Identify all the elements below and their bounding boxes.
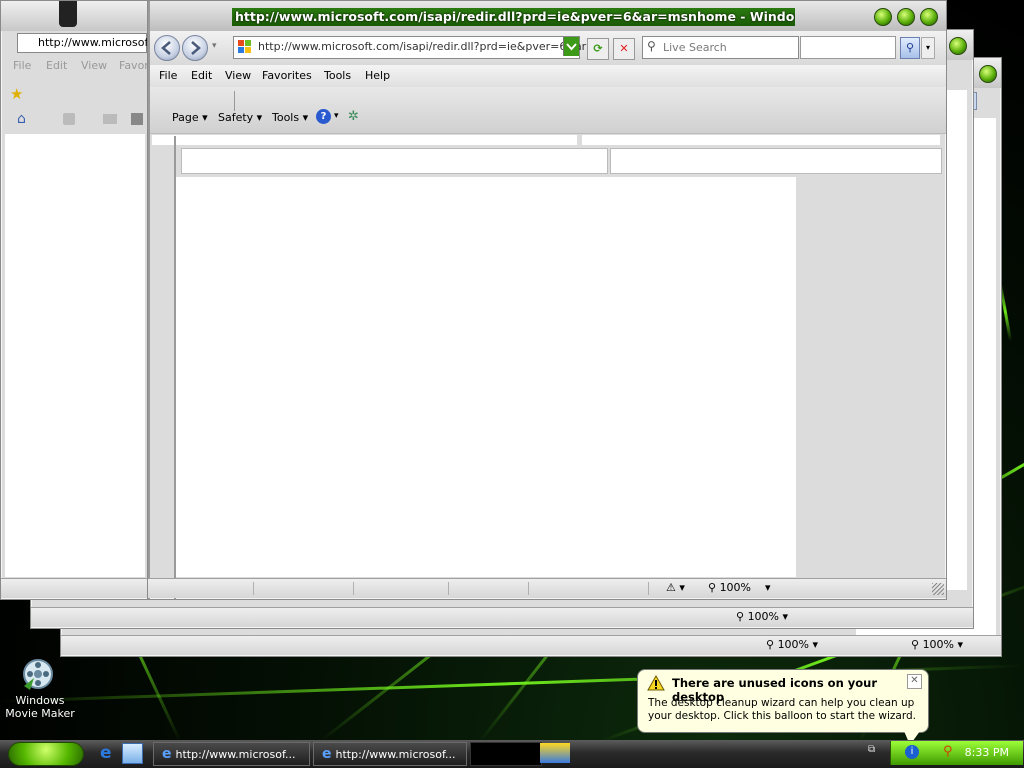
zoom-level[interactable]: 100% [923,638,954,651]
notification-balloon[interactable]: There are unused icons on your desktop T… [637,669,929,733]
zoom-icon: ⚲ [736,610,748,623]
zoom-control[interactable]: ⚲ 100% ▾ [708,581,771,594]
show-desktop-icon[interactable] [122,743,143,764]
back-arrow-icon [161,41,171,55]
protected-mode-icon[interactable]: ⚠ ▾ [666,581,685,594]
minimize-orb-icon[interactable] [874,8,892,26]
notification-chevron-icon[interactable]: ⧉ [868,744,875,755]
zoom-icon: ⚲ [766,638,778,651]
research-icon[interactable]: ✲ [348,109,359,124]
address-field[interactable]: http://www.microsoft.com/isapi/redir.dll… [233,36,606,59]
tray-icon-2[interactable]: ⚲ [943,744,953,759]
window-grip-icon [59,1,77,27]
zoom-icon: ⚲ [911,638,923,651]
taskbar-item-ie-2[interactable]: e http://www.microsof... [313,742,467,766]
menu-tools[interactable]: Tools [324,69,351,82]
address-dropdown-button[interactable] [563,37,579,56]
clock[interactable]: 8:33 PM [965,746,1009,759]
left-menu-bar: File Edit View Favor [1,59,149,75]
taskbar-item-ie-1[interactable]: e http://www.microsof... [153,742,310,766]
search-icon: ⚲ [647,39,656,53]
quick-tabs-row[interactable] [181,148,608,174]
main-ie-window[interactable]: http://www.microsoft.com/isapi/redir.dll… [147,0,947,600]
menu-view[interactable]: View [81,59,107,72]
balloon-body: The desktop cleanup wizard can help you … [648,697,916,722]
windows-logo-icon [238,40,251,53]
menu-bar: File Edit View Favorites Tools Help [148,65,946,88]
home-icon[interactable]: ⌂ [17,111,26,127]
movie-maker-label: Windows Movie Maker [5,694,75,720]
help-icon: ? [320,111,327,122]
search-options-dropdown[interactable]: ▾ [921,37,935,59]
refresh-icon: ⟳ [593,42,603,55]
stop-button[interactable]: ✕ [613,38,635,60]
ie-icon: e [162,746,172,762]
favorites-star-icon[interactable]: ★ [10,85,23,103]
page-menu-button[interactable]: Page ▾ [172,111,208,124]
zoom-level[interactable]: 100% [778,638,809,651]
help-button[interactable]: ? [316,109,331,124]
resize-grip-icon[interactable] [932,583,944,595]
tab-strip-right[interactable] [582,135,940,145]
mail-icon[interactable] [103,114,117,124]
feed-icon[interactable] [63,113,75,125]
zoom-level[interactable]: 100% [748,610,779,623]
warning-icon [647,675,665,691]
stop-icon: ✕ [619,42,629,55]
tools-menu-button[interactable]: Tools ▾ [272,111,308,124]
ie-icon: e [322,746,332,762]
menu-favorites[interactable]: Favorites [262,69,312,82]
left-address-field[interactable]: http://www.microsoft. [17,33,156,53]
close-orb-icon[interactable] [979,65,997,83]
forward-button[interactable] [182,35,208,61]
window-title: http://www.microsoft.com/isapi/redir.dll… [232,8,795,26]
start-button[interactable] [8,742,84,766]
safety-menu-button[interactable]: Safety ▾ [218,111,262,124]
system-tray: i ⚲ 8:33 PM [890,741,1023,765]
taskbar: e e http://www.microsof... e http://www.mi… [0,740,1024,768]
zoom-level: 100% [719,581,752,594]
tray-info-icon[interactable]: i [905,745,919,759]
menu-favorites[interactable]: Favor [119,59,149,72]
menu-edit[interactable]: Edit [191,69,212,82]
close-icon: ✕ [910,675,919,686]
page-content[interactable] [176,177,796,577]
maximize-orb-icon[interactable] [897,8,915,26]
tab-row-right[interactable] [610,148,942,174]
title-bar[interactable]: http://www.microsoft.com/isapi/redir.dll… [148,1,946,31]
forward-arrow-icon [191,41,201,55]
zoom-icon: ⚲ [708,581,720,594]
status-bar: ⚠ ▾ ⚲ 100% ▾ [148,578,946,598]
close-orb-icon[interactable] [920,8,938,26]
taskbar-item-4[interactable] [540,743,570,763]
refresh-button[interactable]: ⟳ [587,38,609,60]
film-reel-icon [23,659,53,690]
menu-edit[interactable]: Edit [46,59,67,72]
history-dropdown-icon[interactable]: ▾ [212,41,217,51]
tab-strip[interactable] [152,135,577,145]
menu-file[interactable]: File [13,59,31,72]
search-placeholder: Live Search [663,41,727,54]
menu-file[interactable]: File [159,69,177,82]
taskbar-item-3[interactable] [470,742,542,766]
menu-view[interactable]: View [225,69,251,82]
back-button[interactable] [154,35,180,61]
movie-maker-desktop-icon[interactable]: Windows Movie Maker [0,656,80,722]
close-button[interactable]: ✕ [907,674,922,689]
close-orb-icon[interactable] [949,37,967,55]
search-input[interactable]: ⚲ Live Search [642,36,799,59]
command-bar: Page ▾ Safety ▾ Tools ▾ ? ▾ ✲ [148,87,946,134]
search-go-button[interactable]: ⚲ [900,37,920,59]
left-ie-window[interactable]: http://www.microsoft. File Edit View Fav… [0,0,156,600]
menu-help[interactable]: Help [365,69,390,82]
address-row: ▾ http://www.microsoft.com/isapi/redir.d… [148,31,946,65]
magnifier-icon: ⚲ [905,41,915,54]
print-icon[interactable] [131,113,143,125]
chevron-down-icon [566,43,577,51]
search-extension[interactable] [800,36,896,59]
ie-quicklaunch-icon[interactable]: e [100,743,112,763]
address-text: http://www.microsoft.com/isapi/redir.dll… [258,40,607,53]
